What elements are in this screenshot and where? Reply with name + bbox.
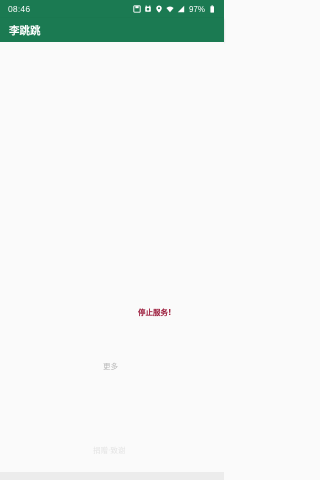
stop-service-button[interactable]: 停止服务! — [138, 307, 171, 318]
wifi-icon — [166, 5, 174, 13]
navigation-bar — [0, 472, 224, 480]
save-icon — [133, 5, 141, 13]
donate-thanks-link[interactable]: 捐赠·致谢 — [93, 445, 125, 456]
battery-percent: 97% — [188, 4, 205, 14]
page-title: 李跳跳 — [9, 24, 41, 37]
status-icons: 97% — [133, 5, 216, 14]
location-icon — [155, 5, 163, 13]
signal-icon — [177, 5, 185, 13]
more-button[interactable]: 更多 — [103, 361, 118, 372]
status-bar: 08:46 97% — [0, 0, 224, 18]
app-bar: 李跳跳 — [0, 18, 224, 42]
main-content — [0, 42, 224, 472]
status-time: 08:46 — [8, 4, 31, 14]
alarm-icon — [144, 5, 152, 13]
battery-icon — [208, 5, 216, 13]
